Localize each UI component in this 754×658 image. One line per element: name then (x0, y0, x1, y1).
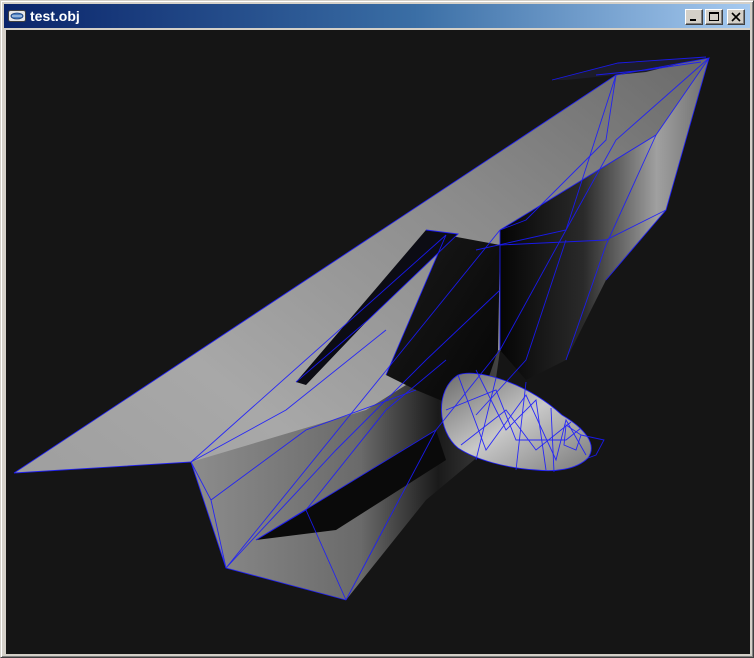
render-viewport[interactable] (6, 30, 750, 654)
airplane-model[interactable] (6, 30, 750, 654)
app-icon[interactable] (8, 9, 26, 23)
maximize-button[interactable] (705, 9, 723, 25)
close-button[interactable] (727, 9, 745, 25)
minimize-button[interactable] (685, 9, 703, 25)
title-bar[interactable]: test.obj (4, 4, 750, 28)
close-icon (731, 12, 741, 22)
app-window: test.obj (0, 0, 754, 658)
maximize-icon (709, 12, 719, 21)
minimize-icon (690, 19, 696, 21)
window-title: test.obj (30, 8, 80, 24)
